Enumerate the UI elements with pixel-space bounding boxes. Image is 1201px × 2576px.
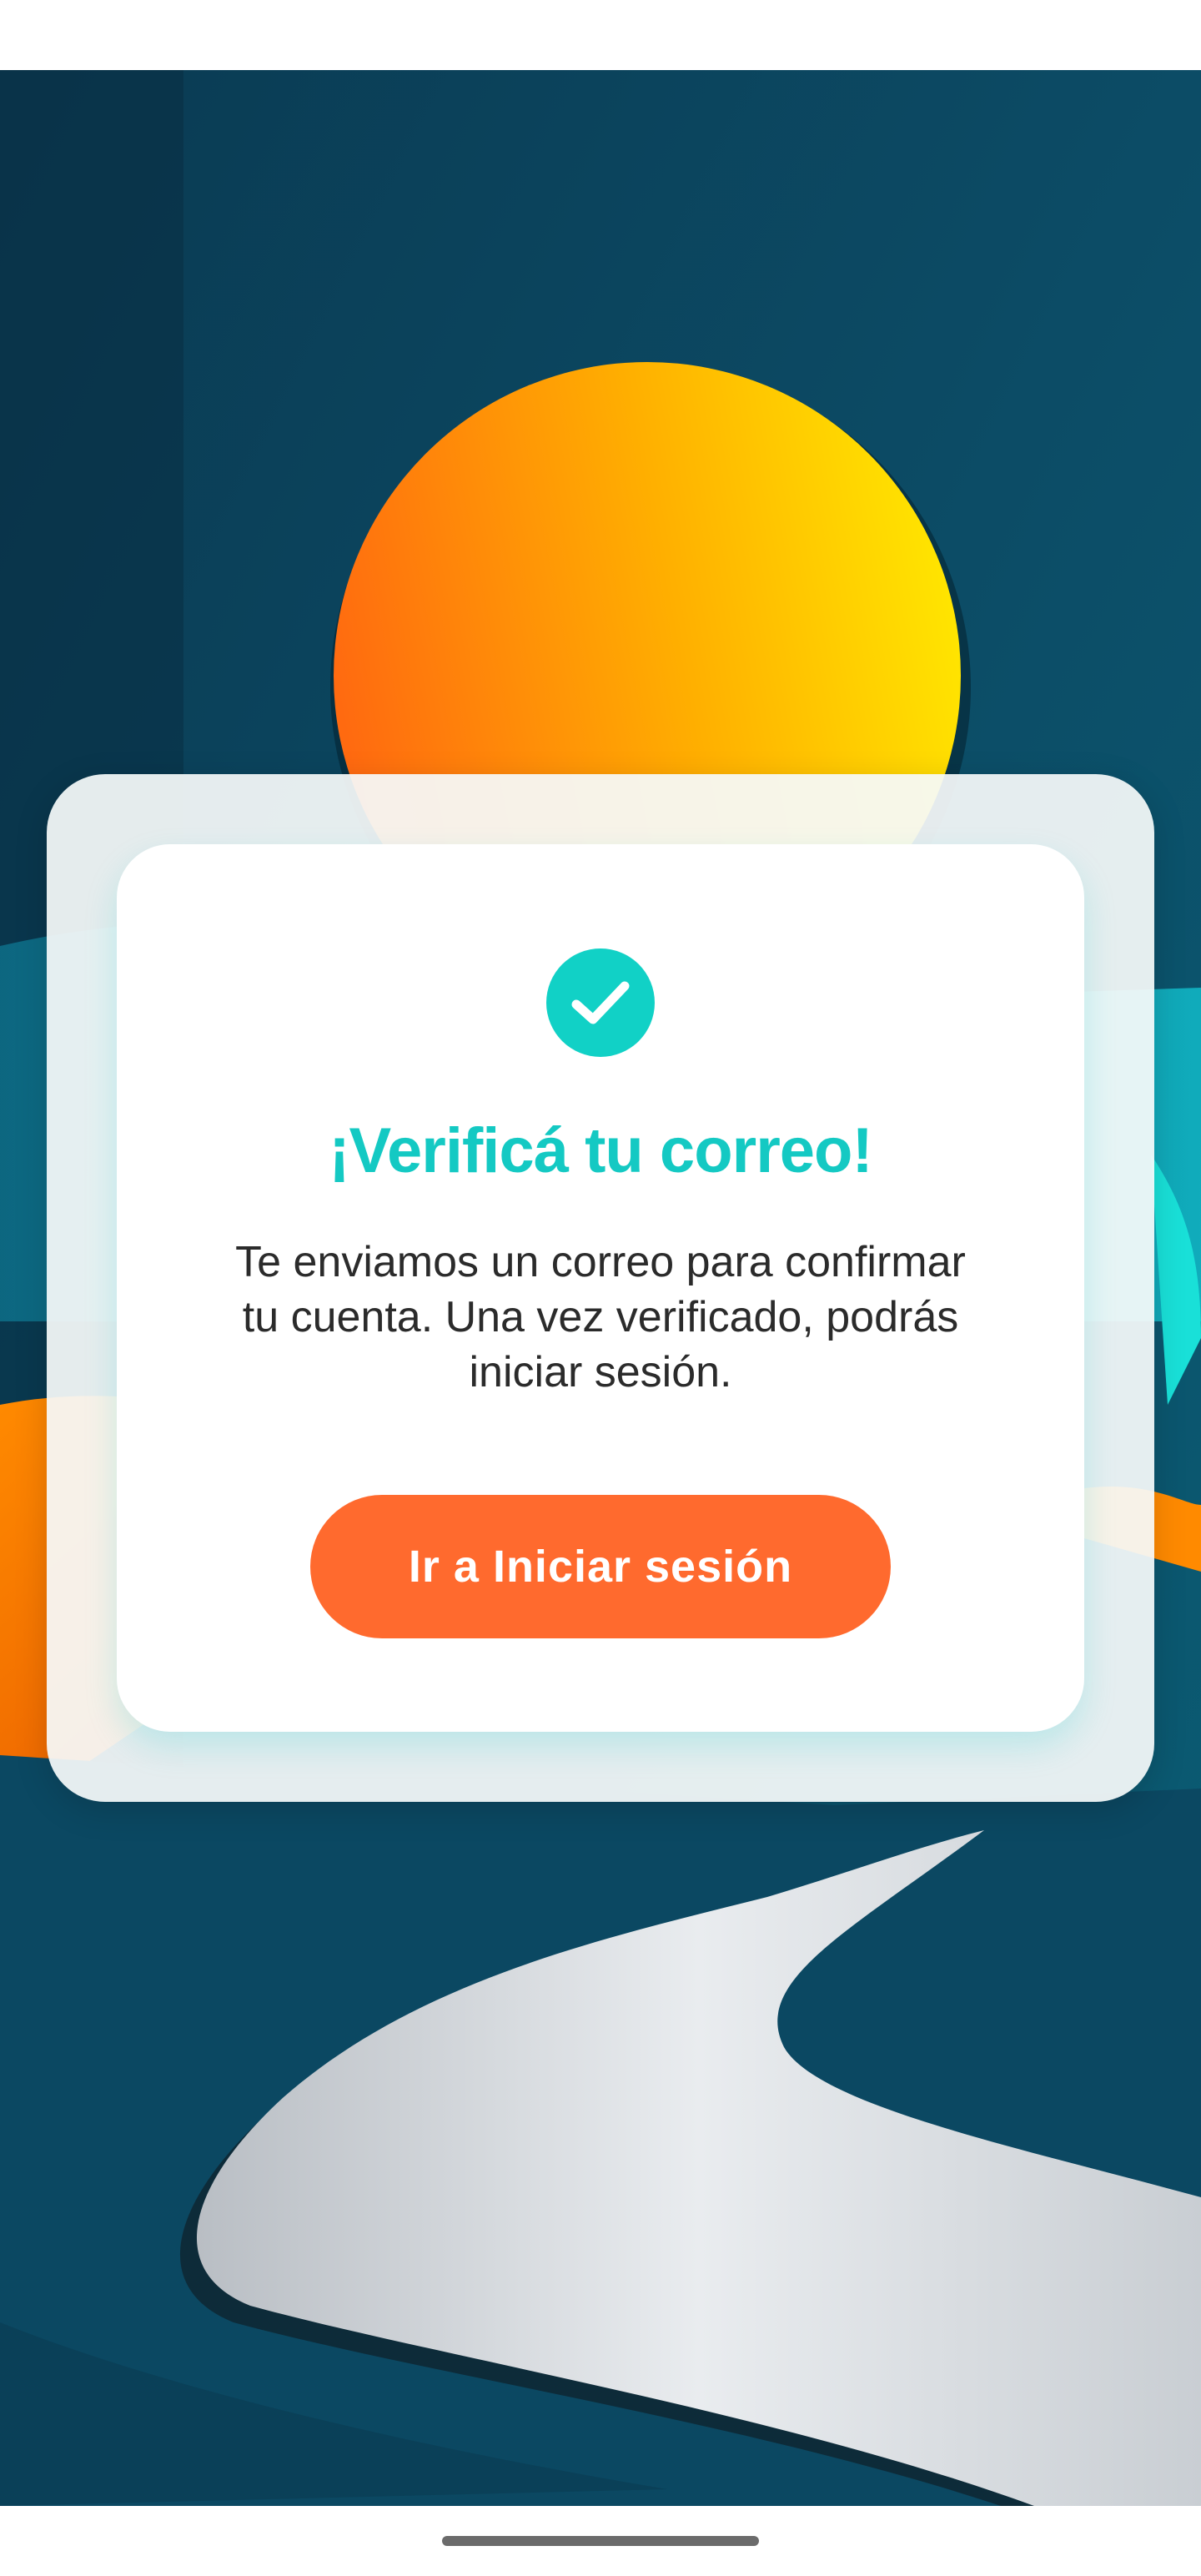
check-circle-icon xyxy=(546,948,655,1057)
dialog-title: ¡Verificá tu correo! xyxy=(329,1115,873,1186)
go-to-login-button[interactable]: Ir a Iniciar sesión xyxy=(310,1495,891,1638)
home-indicator[interactable] xyxy=(442,2536,759,2546)
dialog-message: Te enviamos un correo para confirmar tu … xyxy=(235,1238,966,1396)
status-bar xyxy=(0,0,1201,70)
